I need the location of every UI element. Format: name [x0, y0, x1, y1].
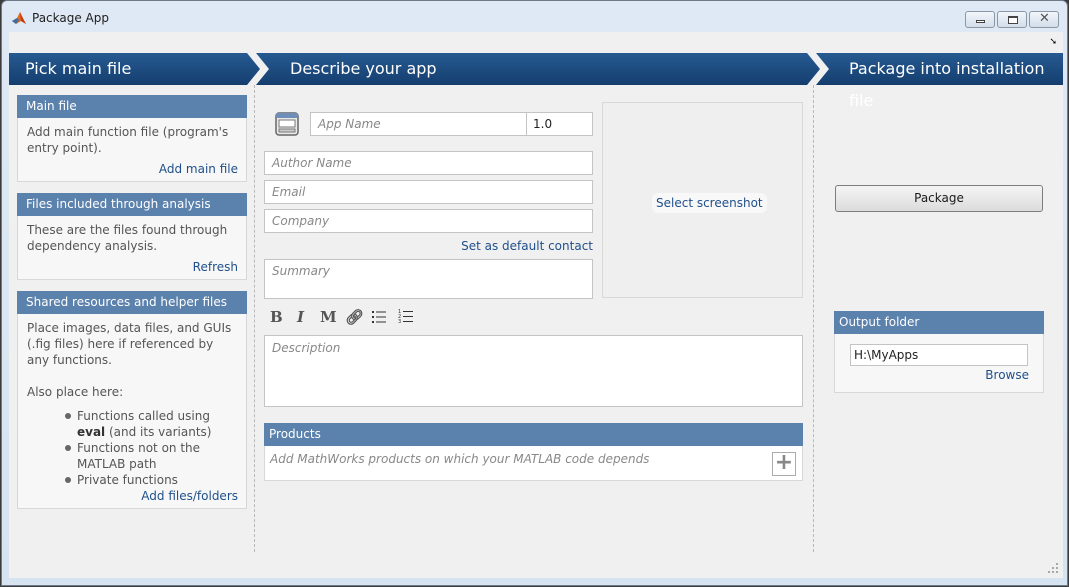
- panel-title: Output folder: [834, 311, 1044, 334]
- client-area: ➘ Pick main file Describe your app Packa…: [9, 32, 1063, 578]
- select-screenshot-button[interactable]: Select screenshot: [652, 193, 767, 213]
- column-divider: [254, 85, 255, 552]
- numbered-list-icon[interactable]: 123: [397, 308, 415, 326]
- expand-arrow-icon[interactable]: ➘: [1049, 37, 1057, 47]
- set-default-contact-link[interactable]: Set as default contact: [461, 239, 593, 253]
- add-product-button[interactable]: +: [772, 452, 796, 476]
- add-main-file-link[interactable]: Add main file: [159, 162, 238, 176]
- main-file-panel: Main file Add main function file (progra…: [17, 95, 247, 182]
- step-package[interactable]: Package into installation file: [849, 53, 1063, 110]
- bullet-item: Private functions: [65, 472, 237, 488]
- panel-text: These are the files found through depend…: [27, 223, 228, 253]
- summary-input[interactable]: Summary: [264, 259, 593, 299]
- minimize-icon: [976, 20, 985, 23]
- step-chevron-icon: [807, 53, 829, 85]
- bullet-item: Functions called using eval (and its var…: [65, 408, 237, 440]
- step-bar: Pick main file Describe your app Package…: [9, 53, 1063, 110]
- matlab-logo-icon: [12, 12, 26, 24]
- title-bar: Package App ✕: [2, 1, 1067, 35]
- restore-button[interactable]: [997, 11, 1027, 28]
- add-files-folders-link[interactable]: Add files/folders: [141, 489, 238, 503]
- monospace-icon[interactable]: M: [320, 308, 337, 326]
- panel-title: Products: [264, 423, 803, 446]
- bullet-item: Functions not on the MATLAB path: [65, 440, 237, 472]
- italic-icon[interactable]: I: [297, 308, 304, 326]
- package-button[interactable]: Package: [835, 185, 1043, 212]
- refresh-link[interactable]: Refresh: [193, 260, 238, 274]
- panel-title: Shared resources and helper files: [17, 291, 247, 314]
- close-button[interactable]: ✕: [1029, 11, 1059, 28]
- resize-grip-icon[interactable]: [1047, 562, 1059, 574]
- company-input[interactable]: Company: [264, 209, 593, 233]
- version-input[interactable]: 1.0: [526, 112, 593, 136]
- bold-icon[interactable]: B: [270, 308, 283, 326]
- column-divider: [813, 85, 814, 552]
- close-icon: ✕: [1039, 11, 1050, 26]
- panel-title: Main file: [17, 95, 247, 118]
- minimize-button[interactable]: [965, 11, 995, 28]
- browse-link[interactable]: Browse: [985, 368, 1029, 382]
- description-input[interactable]: Description: [264, 335, 803, 407]
- link-icon[interactable]: 🔗︎: [345, 308, 364, 326]
- shared-resources-panel: Shared resources and helper files Place …: [17, 291, 247, 509]
- output-folder-input[interactable]: H:\MyApps: [850, 344, 1028, 366]
- app-icon[interactable]: [274, 111, 300, 137]
- analysis-panel: Files included through analysis These ar…: [17, 193, 247, 280]
- output-folder-panel: Output folder H:\MyApps Browse: [834, 311, 1044, 393]
- svg-text:3: 3: [398, 319, 401, 325]
- email-input[interactable]: Email: [264, 180, 593, 204]
- products-placeholder: Add MathWorks products on which your MAT…: [270, 452, 650, 466]
- screenshot-area[interactable]: Select screenshot: [602, 102, 803, 298]
- panel-text: Place images, data files, and GUIs (.fig…: [27, 321, 232, 367]
- step-describe-app[interactable]: Describe your app: [290, 53, 437, 85]
- products-panel: Products Add MathWorks products on which…: [264, 423, 803, 481]
- also-place-label: Also place here:: [27, 385, 124, 399]
- plus-icon: +: [774, 450, 794, 475]
- app-name-input[interactable]: App Name: [310, 112, 527, 136]
- panel-text: Add main function file (program's entry …: [27, 125, 229, 155]
- step-pick-main-file[interactable]: Pick main file: [25, 53, 131, 85]
- restore-icon: [1008, 16, 1018, 24]
- step-chevron-icon: [247, 53, 269, 85]
- panel-title: Files included through analysis: [17, 193, 247, 216]
- bulleted-list-icon[interactable]: [371, 309, 387, 325]
- author-name-input[interactable]: Author Name: [264, 151, 593, 175]
- bullet-list: Functions called using eval (and its var…: [65, 408, 237, 488]
- window-title: Package App: [32, 11, 109, 25]
- package-app-window: Package App ✕ ➘ Pick main file Describe …: [1, 0, 1068, 586]
